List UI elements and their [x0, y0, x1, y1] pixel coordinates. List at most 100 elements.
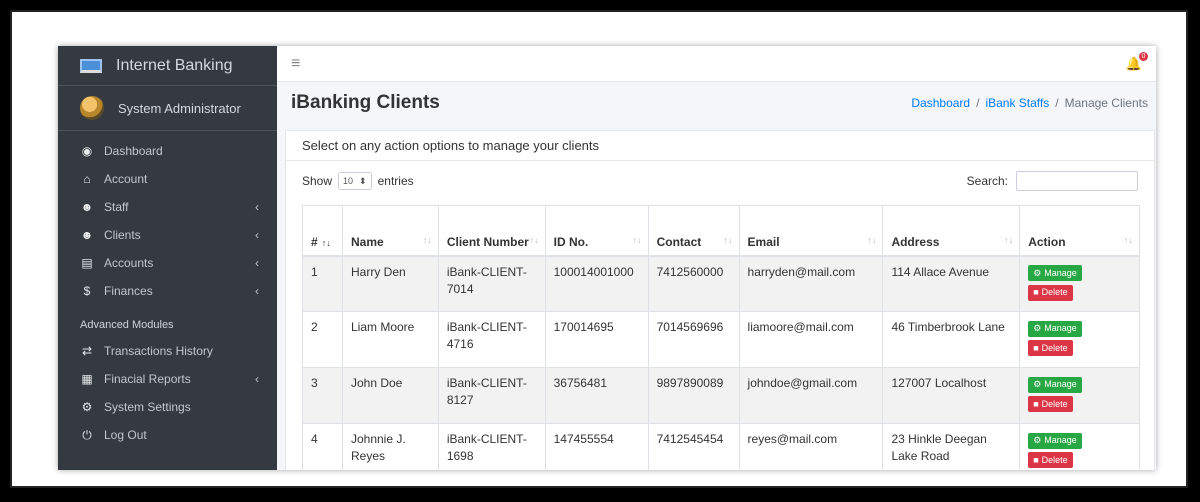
sidebar: Internet Banking System Administrator ◉ D…	[58, 46, 277, 470]
breadcrumb-separator: /	[976, 96, 980, 110]
column-header[interactable]: Client Number ↑↓	[437, 205, 546, 257]
search-wrap: Search:	[967, 171, 1138, 191]
breadcrumb-dashboard[interactable]: Dashboard	[911, 96, 970, 110]
select-arrows-icon: ⬍	[359, 175, 367, 186]
column-header[interactable]: Contact ↑↓	[647, 205, 740, 257]
trash-icon: ■	[1033, 454, 1039, 465]
clients-table: # ↑↓ Name ↑↓ Client Number ↑↓ ID No. ↑↓ Contact ↑…	[302, 205, 1140, 470]
sort-icon: ↑↓	[1124, 234, 1133, 245]
delete-button[interactable]: ■ Delete	[1028, 340, 1073, 356]
avatar	[80, 96, 104, 120]
column-header-label: #	[311, 234, 318, 249]
notification-bell-icon[interactable]: 🔔 0	[1126, 51, 1148, 72]
clients-card: Select on any action options to manage y…	[285, 130, 1155, 470]
sidebar-item-log-out[interactable]: ⏻ Log Out	[58, 421, 277, 449]
exchange-icon: ⇄	[81, 344, 93, 358]
hamburger-icon[interactable]: ≡	[291, 55, 300, 73]
search-input[interactable]	[1016, 171, 1138, 191]
column-header-label: Email	[747, 234, 780, 249]
manage-button[interactable]: ⚙ Manage	[1028, 265, 1082, 281]
delete-label: Delete	[1041, 454, 1068, 465]
show-label: Show	[302, 174, 333, 188]
sidebar-item-label: Accounts	[104, 256, 154, 270]
entries-value: 10	[343, 176, 354, 186]
manage-label: Manage	[1044, 323, 1077, 333]
sidebar-item-label: Clients	[104, 228, 141, 242]
nav-section-header: Advanced Modules	[80, 319, 174, 331]
notification-badge: 0	[1139, 51, 1148, 61]
cell-address: 127007 Localhost	[882, 367, 1021, 424]
cell-contact: 7014569696	[647, 311, 740, 368]
cell-name: Johnnie J. Reyes	[341, 423, 439, 470]
cell-address: 114 Allace Avenue	[882, 255, 1021, 312]
sidebar-item-finances[interactable]: $ Finances ‹	[58, 277, 277, 305]
sidebar-item-label: Finacial Reports	[104, 372, 191, 386]
manage-button[interactable]: ⚙ Manage	[1028, 376, 1082, 393]
chevron-left-icon: ‹	[255, 256, 259, 270]
cell-client-number: iBank-CLIENT-7014	[437, 255, 546, 312]
cell-id-no: 100014001000	[544, 255, 649, 312]
user-panel[interactable]: System Administrator	[58, 86, 277, 131]
brand-label: Internet Banking	[116, 56, 233, 74]
column-header[interactable]: Address ↑↓	[882, 205, 1021, 257]
cell-email: johndoe@gmail.com	[738, 367, 884, 424]
sidebar-item-system-settings[interactable]: ⚙ System Settings	[58, 393, 277, 421]
cell-contact: 7412545454	[647, 423, 740, 470]
briefcase-icon: ▤	[81, 256, 93, 270]
cell-contact: 7412560000	[647, 255, 740, 312]
table-row: 1 Harry Den iBank-CLIENT-7014 100014001000 7…	[302, 255, 1140, 312]
sidebar-item-label: Log Out	[104, 428, 147, 442]
breadcrumb: Dashboard / iBank Staffs / Manage Clients	[911, 96, 1148, 110]
breadcrumb-ibank-staffs[interactable]: iBank Staffs	[985, 96, 1049, 110]
cell-email: harryden@mail.com	[738, 255, 884, 312]
delete-button[interactable]: ■ Delete	[1028, 452, 1073, 468]
entries-label: entries	[377, 174, 414, 188]
trash-icon: ■	[1033, 342, 1039, 353]
laptop-icon	[80, 58, 102, 73]
breadcrumb-current: Manage Clients	[1064, 96, 1148, 110]
column-header[interactable]: Name ↑↓	[341, 205, 439, 257]
cell-client-number: iBank-CLIENT-4716	[437, 311, 546, 368]
cell-client-number: iBank-CLIENT-8127	[437, 367, 546, 424]
sidebar-item-transactions-history[interactable]: ⇄ Transactions History	[58, 337, 277, 365]
power-icon: ⏻	[82, 427, 92, 442]
cell-action: ⚙ Manage ■ Delete	[1019, 255, 1140, 312]
cell-name: Liam Moore	[341, 311, 439, 368]
table-row: 4 Johnnie J. Reyes iBank-CLIENT-1698 147455…	[302, 423, 1140, 470]
delete-button[interactable]: ■ Delete	[1028, 284, 1073, 301]
manage-button[interactable]: ⚙ Manage	[1028, 320, 1082, 337]
cell-action: ⚙ Manage ■ Delete	[1019, 311, 1140, 368]
sidebar-item-accounts[interactable]: ▤ Accounts ‹	[58, 249, 277, 277]
brand[interactable]: Internet Banking	[58, 46, 277, 86]
main-content: iBanking Clients Dashboard / iBank Staffs /…	[277, 82, 1156, 470]
sidebar-item-clients[interactable]: ☻ Clients ‹	[58, 221, 277, 249]
chevron-left-icon: ‹	[255, 200, 259, 214]
app-window: Internet Banking System Administrator ◉ D…	[58, 46, 1156, 470]
user-tie-icon: ☻	[80, 200, 94, 214]
delete-label: Delete	[1041, 398, 1068, 409]
column-header[interactable]: Action ↑↓	[1019, 205, 1140, 257]
cell-id-no: 36756481	[544, 367, 649, 424]
cell-num: 1	[302, 255, 343, 312]
manage-button[interactable]: ⚙ Manage	[1028, 432, 1082, 449]
users-icon: ☻	[80, 228, 94, 242]
entries-select[interactable]: 10 ⬍	[338, 172, 372, 190]
cogs-icon: ⚙	[1033, 267, 1042, 278]
sidebar-item-finacial-reports[interactable]: ▦ Finacial Reports ‹	[58, 365, 277, 393]
sidebar-item-account[interactable]: ⌂ Account	[58, 165, 277, 193]
cell-num: 4	[302, 423, 343, 470]
column-header[interactable]: ID No. ↑↓	[544, 205, 649, 257]
column-header[interactable]: # ↑↓	[302, 205, 343, 257]
column-header[interactable]: Email ↑↓	[738, 205, 884, 257]
cell-contact: 9897890089	[647, 367, 740, 424]
column-header-label: Contact	[656, 234, 702, 249]
delete-button[interactable]: ■ Delete	[1028, 396, 1073, 412]
chevron-left-icon: ‹	[255, 284, 259, 298]
sidebar-item-dashboard[interactable]: ◉ Dashboard	[58, 137, 277, 165]
sidebar-item-staff[interactable]: ☻ Staff ‹	[58, 193, 277, 221]
cogs-icon: ⚙	[1033, 435, 1042, 445]
chevron-left-icon: ‹	[255, 228, 259, 242]
search-label: Search:	[966, 174, 1008, 188]
sort-icon: ↑↓	[321, 237, 331, 248]
sidebar-nav: ◉ Dashboard ⌂ Account ☻ Staff ‹ ☻ Clients ‹ ▤ Accou…	[58, 131, 277, 449]
